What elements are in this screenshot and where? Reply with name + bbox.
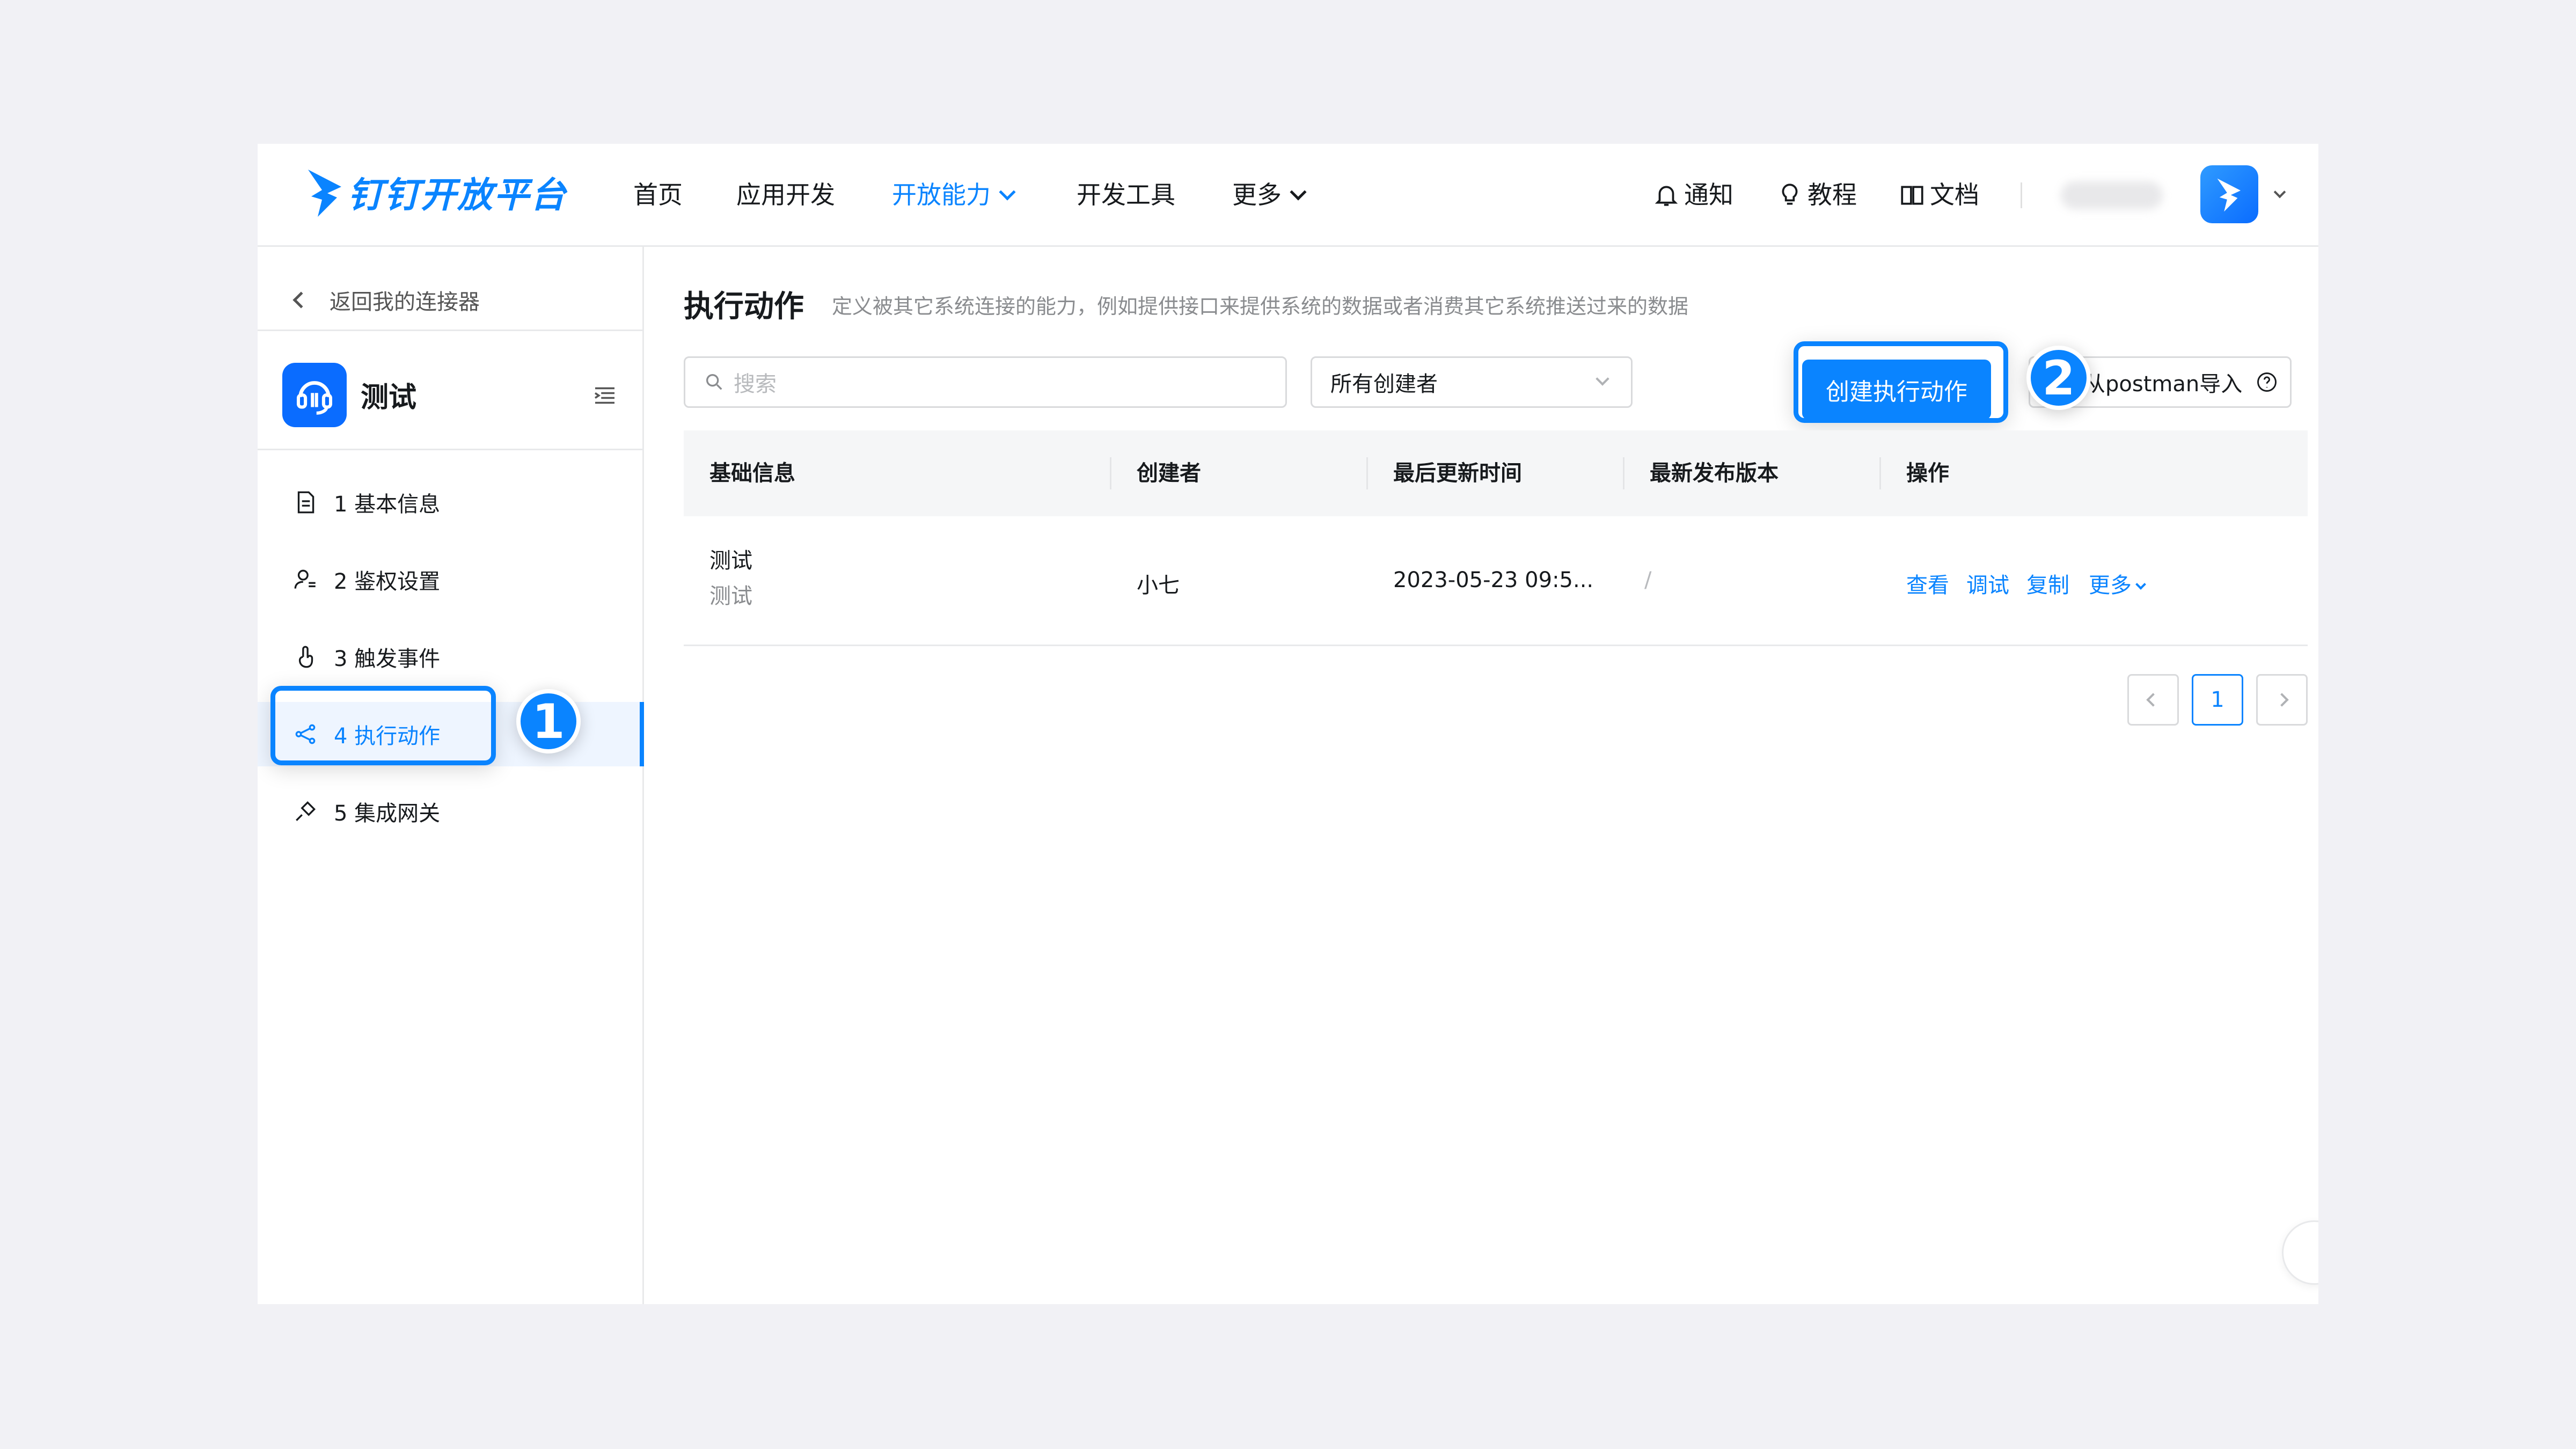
next-page-button[interactable] [2256, 674, 2308, 726]
dingtalk-logo-icon [308, 170, 341, 217]
page-number-button[interactable]: 1 [2192, 674, 2243, 726]
chevron-down-icon [2135, 579, 2146, 590]
chevron-down-icon [1290, 184, 1307, 201]
help-circle-icon[interactable] [2255, 370, 2279, 394]
brand-name: 钉钉开放平台 [348, 174, 567, 216]
step2-badge: 2 [2026, 346, 2091, 410]
column-divider [1879, 457, 1881, 489]
chevron-left-icon [2146, 693, 2160, 707]
collapse-menu-icon[interactable] [590, 381, 619, 410]
touch-icon [298, 646, 313, 668]
nav-more[interactable]: 更多 [1232, 176, 1307, 214]
sidebar-item-auth-settings[interactable]: 2 鉴权设置 [258, 547, 644, 612]
view-link[interactable]: 查看 [1906, 568, 1949, 599]
sidebar-item-label: 3 触发事件 [334, 647, 441, 671]
chevron-down-icon [999, 184, 1016, 201]
chevron-left-icon [292, 291, 310, 309]
book-icon [1901, 186, 1923, 205]
col-basic-info: 基础信息 [709, 461, 795, 486]
action-name: 测试 [709, 548, 752, 573]
docs-label: 文档 [1930, 180, 1979, 209]
back-label: 返回我的连接器 [330, 290, 480, 314]
col-operations: 操作 [1906, 461, 1949, 486]
tutorial-link[interactable]: 教程 [1776, 176, 1857, 214]
nav-open-capabilities[interactable]: 开放能力 [892, 176, 1016, 214]
nav-open-capabilities-label: 开放能力 [892, 180, 991, 209]
sidebar: 返回我的连接器 测试 1 基本信息 2 鉴权设置 3 触发事件 4 执行动作 5… [258, 247, 644, 1304]
chevron-down-icon [1596, 372, 1609, 386]
search-icon [706, 374, 722, 390]
nav-app-dev[interactable]: 应用开发 [736, 176, 835, 214]
search-input[interactable]: 搜索 [684, 356, 1287, 408]
table-row: 测试 测试 小七 2023-05-23 09:5... / 查看 调试 复制 更… [684, 516, 2308, 646]
sidebar-item-integration-gateway[interactable]: 5 集成网关 [258, 779, 644, 844]
sidebar-item-label: 2 鉴权设置 [334, 569, 441, 594]
action-description: 测试 [709, 584, 752, 609]
table-header: 基础信息 创建者 最后更新时间 最新发布版本 操作 [684, 430, 2308, 516]
copy-link[interactable]: 复制 [2026, 568, 2069, 599]
search-placeholder: 搜索 [734, 372, 777, 397]
bulb-icon [1782, 184, 1798, 205]
blurred-username [2061, 181, 2163, 209]
notification-label: 通知 [1684, 180, 1733, 209]
connector-icon [282, 363, 347, 427]
col-creator: 创建者 [1137, 461, 1201, 486]
sidebar-item-basic-info[interactable]: 1 基本信息 [258, 470, 644, 535]
import-postman-label: 从postman导入 [2084, 372, 2243, 397]
action-updated-time: 2023-05-23 09:5... [1393, 568, 1594, 592]
creator-filter-value: 所有创建者 [1330, 372, 1438, 397]
nav-divider [2021, 182, 2022, 208]
sidebar-item-trigger-events[interactable]: 3 触发事件 [258, 625, 644, 689]
connector-headset-icon [297, 381, 332, 415]
column-divider [1366, 457, 1368, 489]
col-updated-time: 最后更新时间 [1393, 461, 1522, 486]
avatar[interactable] [2200, 165, 2258, 223]
sidebar-divider [258, 330, 644, 331]
bell-icon [1655, 186, 1678, 206]
creator-filter-select[interactable]: 所有创建者 [1311, 356, 1633, 408]
page-description: 定义被其它系统连接的能力，例如提供接口来提供系统的数据或者消费其它系统推送过来的… [832, 295, 1689, 318]
action-version: / [1644, 568, 1652, 592]
document-icon [297, 491, 314, 514]
nav-dev-tools-label: 开发工具 [1077, 180, 1175, 209]
debug-link[interactable]: 调试 [1966, 568, 2009, 599]
more-dropdown-link[interactable]: 更多 [2089, 568, 2146, 599]
floating-help-button[interactable] [2282, 1220, 2318, 1285]
app-window: 钉钉开放平台 首页 应用开发 开放能力 开发工具 更多 通知 教程 文档 返回我… [258, 144, 2318, 1304]
chevron-right-icon [2275, 693, 2289, 707]
nav-more-label: 更多 [1232, 180, 1282, 209]
user-key-icon [294, 569, 316, 589]
action-creator: 小七 [1137, 573, 1180, 598]
docs-link[interactable]: 文档 [1899, 176, 1979, 214]
tutorial-label: 教程 [1807, 180, 1857, 209]
notification-link[interactable]: 通知 [1653, 176, 1733, 214]
sidebar-item-label: 1 基本信息 [334, 492, 441, 517]
sidebar-item-label: 5 集成网关 [334, 801, 441, 826]
top-nav-bar: 钉钉开放平台 首页 应用开发 开放能力 开发工具 更多 通知 教程 文档 [258, 144, 2318, 247]
nav-home[interactable]: 首页 [633, 176, 683, 214]
nav-app-dev-label: 应用开发 [736, 180, 835, 209]
nav-dev-tools[interactable]: 开发工具 [1077, 176, 1175, 214]
sidebar-divider [258, 449, 644, 450]
brand-logo[interactable]: 钉钉开放平台 [306, 165, 567, 219]
column-divider [1110, 457, 1111, 489]
create-action-button[interactable]: 创建执行动作 [1802, 360, 1991, 420]
dingtalk-avatar-icon [2217, 178, 2241, 212]
plug-icon [296, 801, 316, 821]
more-label: 更多 [2089, 573, 2132, 598]
chevron-down-icon[interactable] [2273, 186, 2286, 199]
col-latest-version: 最新发布版本 [1650, 461, 1779, 486]
column-divider [1623, 457, 1624, 489]
back-to-connectors-link[interactable]: 返回我的连接器 [290, 284, 480, 316]
nav-home-label: 首页 [633, 180, 683, 209]
page-title: 执行动作 [684, 289, 804, 324]
step1-highlight [270, 686, 496, 765]
connector-name: 测试 [361, 382, 417, 414]
prev-page-button[interactable] [2127, 674, 2179, 726]
step1-badge: 1 [516, 689, 581, 753]
